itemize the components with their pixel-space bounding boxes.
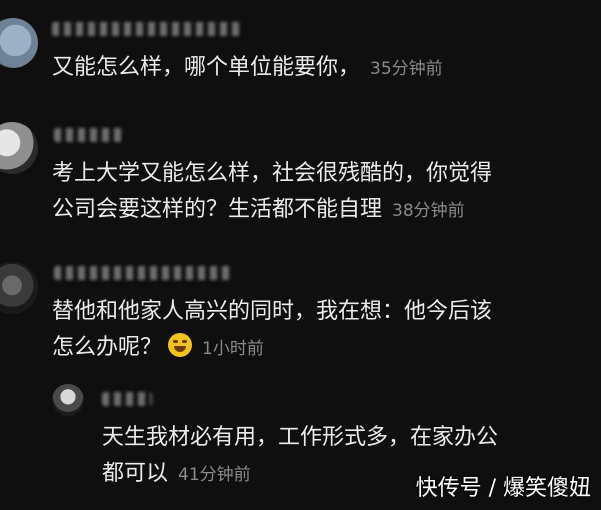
comment-text-line: 考上大学又能怎么样，社会很残酷的，你觉得 xyxy=(52,161,493,186)
timestamp: 35分钟前 xyxy=(370,59,443,79)
avatar[interactable] xyxy=(0,18,38,68)
comment-text-line: 天生我材必有用，工作形式多，在家办公 xyxy=(102,425,499,450)
username[interactable] xyxy=(54,266,234,280)
timestamp: 1小时前 xyxy=(202,339,264,359)
avatar[interactable] xyxy=(52,384,84,416)
comment-text-line: 怎么办呢？ xyxy=(52,335,163,360)
comment-text-line: 公司会要这样的？生活都不能自理 xyxy=(52,197,383,222)
watermark: 快传号 / 爆笑傻妞 xyxy=(415,476,591,501)
timestamp: 38分钟前 xyxy=(392,201,465,221)
username[interactable] xyxy=(52,22,242,36)
timestamp: 41分钟前 xyxy=(178,465,251,485)
avatar[interactable] xyxy=(0,262,38,314)
username[interactable] xyxy=(54,128,124,142)
comment-1[interactable]: 又能怎么样，哪个单位能要你， 35分钟前 xyxy=(52,50,443,87)
avatar[interactable] xyxy=(0,122,38,174)
comment-text: 又能怎么样，哪个单位能要你， xyxy=(52,55,361,80)
comment-3[interactable]: 替他和他家人高兴的同时，我在想：他今后该 怎么办呢？ 1小时前 xyxy=(52,294,492,367)
comment-text-line: 替他和他家人高兴的同时，我在想：他今后该 xyxy=(52,299,493,324)
comment-text-line: 都可以 xyxy=(102,461,169,486)
username[interactable] xyxy=(102,392,152,406)
comment-2[interactable]: 考上大学又能怎么样，社会很残酷的，你觉得 公司会要这样的？生活都不能自理 38分钟… xyxy=(52,156,492,229)
laughing-crying-emoji-icon xyxy=(168,333,193,357)
